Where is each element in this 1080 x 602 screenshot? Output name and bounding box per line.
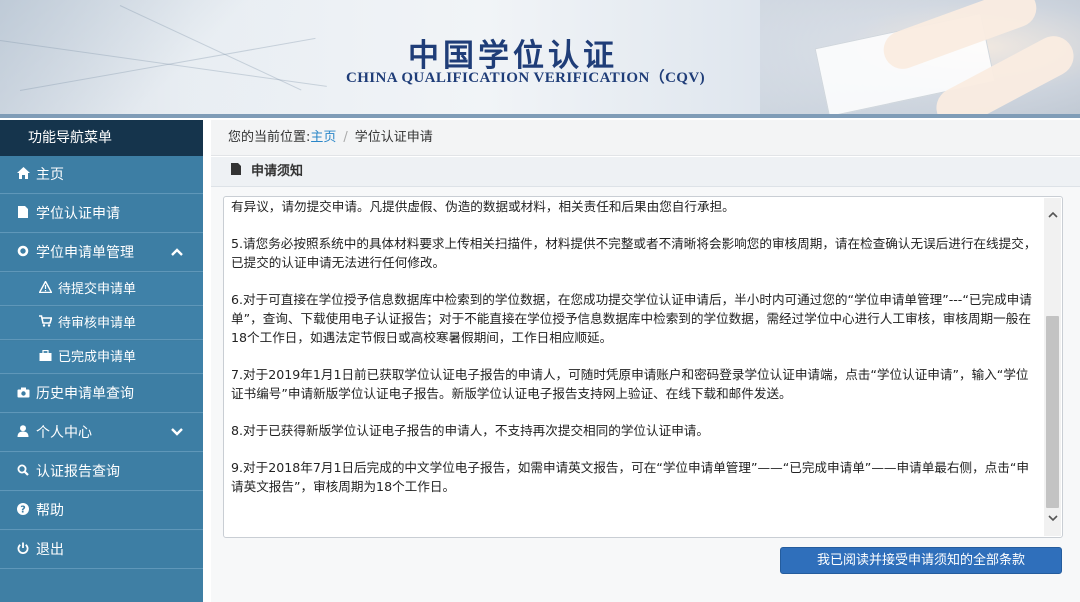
panel-header: 申请须知 — [211, 157, 1080, 187]
sidebar-item-label: 退出 — [36, 542, 64, 558]
sidebar-item-label: 学位申请单管理 — [36, 245, 134, 261]
sidebar-item-help[interactable]: ? 帮助 — [0, 492, 203, 530]
chevron-down-icon[interactable] — [171, 414, 183, 452]
sidebar-item-label: 主页 — [36, 167, 64, 183]
sidebar-item-degree-application[interactable]: 学位认证申请 — [0, 195, 203, 233]
sidebar-item-logout[interactable]: 退出 — [0, 531, 203, 569]
svg-text:?: ? — [20, 504, 26, 515]
scrollbar-thumb[interactable] — [1046, 316, 1059, 508]
document-icon — [231, 157, 243, 187]
notice-textbox[interactable]: 有异议，请勿提交申请。凡提供虚假、伪造的数据或材料，相关责任和后果由您自行承担。… — [223, 196, 1063, 538]
document-icon — [14, 195, 32, 233]
notice-content: 有异议，请勿提交申请。凡提供虚假、伪造的数据或材料，相关责任和后果由您自行承担。… — [231, 197, 1041, 514]
sidebar-item-application-management[interactable]: 学位申请单管理 — [0, 234, 203, 272]
breadcrumb-home-link[interactable]: 主页 — [310, 130, 336, 145]
gear-icon — [14, 234, 32, 272]
cart-icon — [36, 307, 54, 340]
sidebar-subitem-pending-review[interactable]: 待审核申请单 — [0, 307, 203, 340]
sidebar-item-history-query[interactable]: 历史申请单查询 — [0, 375, 203, 413]
scroll-up-icon[interactable] — [1044, 206, 1061, 223]
scroll-down-icon[interactable] — [1044, 510, 1061, 527]
question-icon: ? — [14, 492, 32, 530]
search-icon — [14, 453, 32, 491]
home-icon — [14, 156, 32, 194]
banner-divider — [0, 114, 1080, 118]
notice-paragraph: 9.对于2018年7月1日后完成的中文学位电子报告，如需申请英文报告，可在“学位… — [231, 460, 1029, 494]
sidebar-item-label: 个人中心 — [36, 425, 92, 441]
camera-icon — [14, 375, 32, 413]
sidebar-item-report-query[interactable]: 认证报告查询 — [0, 453, 203, 491]
sidebar-subitem-completed[interactable]: 已完成申请单 — [0, 341, 203, 374]
sidebar-item-home[interactable]: 主页 — [0, 156, 203, 194]
sidebar-item-label: 已完成申请单 — [58, 350, 137, 365]
notice-paragraph: 6.对于可直接在学位授予信息数据库中检索到的学位数据，在您成功提交学位认证申请后… — [231, 292, 1032, 345]
notice-paragraph: 有异议，请勿提交申请。凡提供虚假、伪造的数据或材料，相关责任和后果由您自行承担。 — [231, 199, 735, 214]
breadcrumb: 您的当前位置:主页 / 学位认证申请 — [211, 120, 1080, 156]
warning-icon — [36, 273, 54, 306]
notice-paragraph: 8.对于已获得新版学位认证电子报告的申请人，不支持再次提交相同的学位认证申请。 — [231, 423, 709, 438]
sidebar-item-label: 学位认证申请 — [36, 206, 120, 222]
header-banner: 中国学位认证 CHINA QUALIFICATION VERIFICATION（… — [0, 0, 1080, 118]
chevron-up-icon[interactable] — [171, 234, 183, 272]
banner-photo — [760, 0, 1080, 118]
breadcrumb-prefix: 您的当前位置: — [228, 130, 311, 145]
breadcrumb-separator: / — [343, 130, 348, 145]
notice-paragraph: 7.对于2019年1月1日前已获取学位认证电子报告的申请人，可随时凭原申请账户和… — [231, 367, 1029, 401]
breadcrumb-current: 学位认证申请 — [354, 130, 433, 145]
sidebar-item-label: 待审核申请单 — [58, 316, 137, 331]
sidebar-header: 功能导航菜单 — [0, 120, 203, 156]
notice-paragraph: 5.请您务必按照系统中的具体材料要求上传相关扫描件，材料提供不完整或者不清晰将会… — [231, 236, 1037, 270]
sidebar-nav: 功能导航菜单 主页 学位认证申请 学位申请单管理 待提交申请单 待审核申请单 已… — [0, 120, 203, 602]
panel-title: 申请须知 — [251, 164, 304, 179]
site-subtitle: CHINA QUALIFICATION VERIFICATION（CQV) — [346, 70, 706, 86]
notice-scrollbar[interactable] — [1044, 198, 1061, 536]
briefcase-icon — [36, 341, 54, 374]
banner-decoration-left — [0, 0, 300, 118]
power-icon — [14, 531, 32, 569]
sidebar-subitem-pending-submission[interactable]: 待提交申请单 — [0, 273, 203, 306]
sidebar-item-personal-center[interactable]: 个人中心 — [0, 414, 203, 452]
sidebar-item-label: 待提交申请单 — [58, 282, 137, 297]
sidebar-item-label: 历史申请单查询 — [36, 386, 134, 402]
sidebar-item-label: 帮助 — [36, 503, 64, 519]
sidebar-item-label: 认证报告查询 — [36, 464, 120, 480]
user-icon — [14, 414, 32, 452]
accept-terms-button[interactable]: 我已阅读并接受申请须知的全部条款 — [780, 547, 1062, 574]
